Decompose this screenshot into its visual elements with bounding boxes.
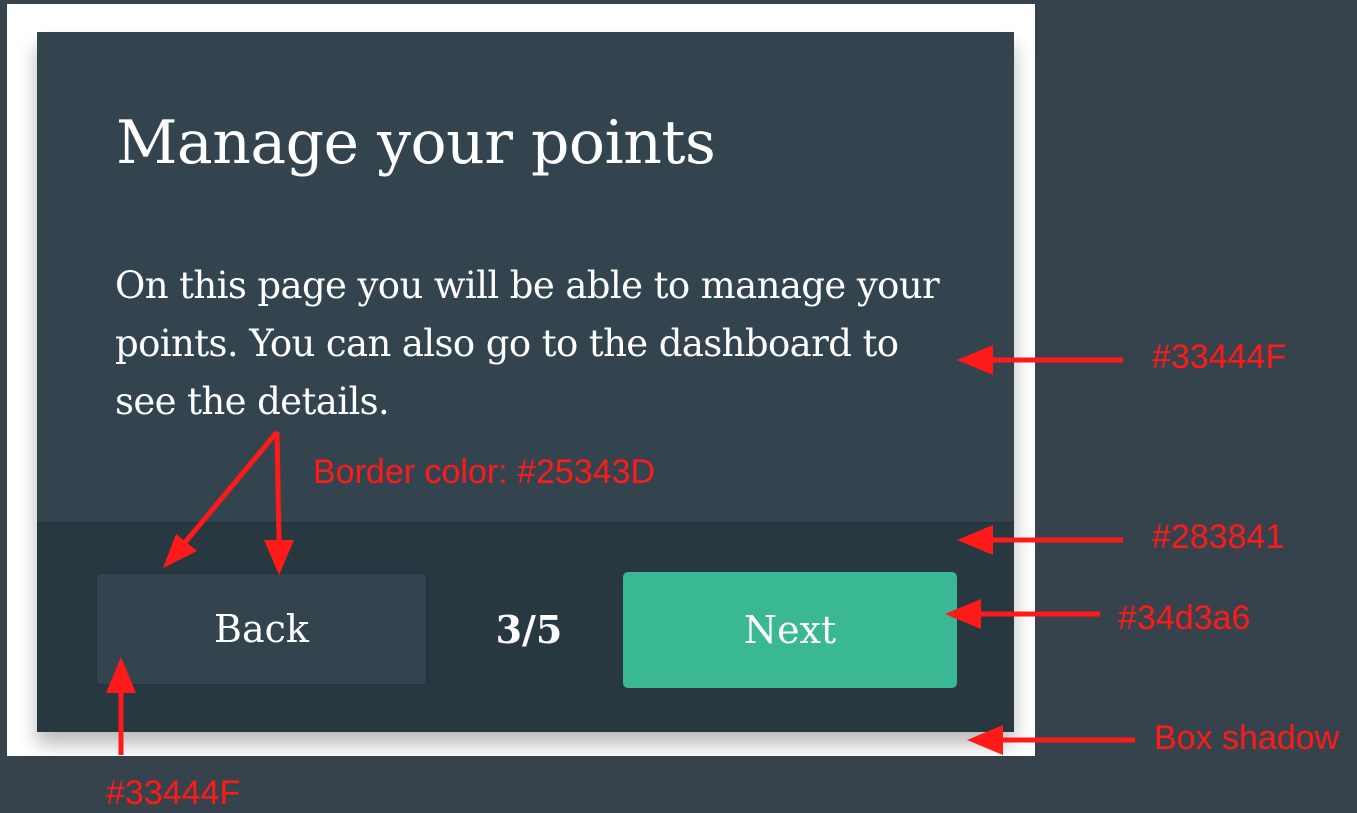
annotation-next-bg: #34d3a6 xyxy=(1118,599,1251,637)
annotation-box-shadow: Box shadow xyxy=(1154,719,1340,757)
annotation-card-bg: #33444F xyxy=(1152,338,1287,376)
annotation-footer-bg: #283841 xyxy=(1152,518,1285,556)
annotation-border-color: Border color: #25343D xyxy=(313,453,656,491)
annotation-arrows xyxy=(106,345,1135,755)
annotation-arrowheads xyxy=(106,345,1003,755)
annotation-back-bg: #33444F xyxy=(106,774,241,812)
